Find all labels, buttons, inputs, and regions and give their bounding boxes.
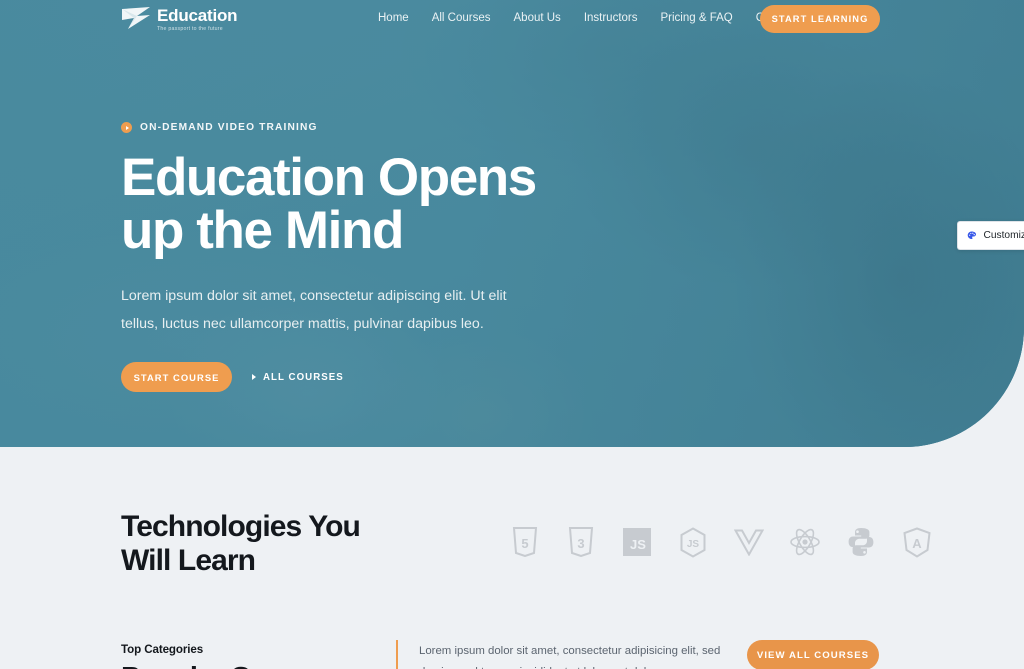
javascript-icon: JS (620, 523, 654, 561)
site-header: Education The passport to the future Hom… (0, 0, 1024, 38)
technologies-heading: Technologies You Will Learn (121, 510, 361, 578)
hero-title: Education Opens up the Mind (121, 151, 641, 257)
caret-right-icon (252, 374, 256, 381)
hero-actions: START COURSE ALL COURSES (121, 362, 641, 393)
svg-text:5: 5 (521, 536, 528, 551)
angular-icon: A (900, 523, 934, 561)
all-courses-link-label: ALL COURSES (263, 371, 344, 383)
view-all-courses-button[interactable]: VIEW ALL COURSES (747, 640, 879, 669)
arrow-flag-logo-icon (122, 7, 150, 29)
brand-logo[interactable]: Education The passport to the future (120, 4, 238, 33)
technologies-section: Technologies You Will Learn 5 3 JS JS A (0, 447, 1024, 622)
nav-item-instructors[interactable]: Instructors (584, 12, 638, 24)
hero-eyebrow: ON-DEMAND VIDEO TRAINING (121, 122, 641, 133)
nav-item-pricing-faq[interactable]: Pricing & FAQ (661, 12, 733, 24)
top-categories-label: Top Categories (121, 643, 204, 656)
brand-tagline: The passport to the future (157, 26, 223, 32)
svg-text:A: A (912, 536, 922, 551)
hero-subtitle: Lorem ipsum dolor sit amet, consectetur … (121, 283, 521, 338)
popular-courses-description: Lorem ipsum dolor sit amet, consectetur … (419, 645, 721, 669)
customizer-tab[interactable]: Customizer (957, 221, 1024, 250)
start-course-button[interactable]: START COURSE (121, 362, 232, 393)
svg-text:JS: JS (630, 537, 646, 552)
hero-eyebrow-text: ON-DEMAND VIDEO TRAINING (140, 122, 318, 133)
all-courses-link[interactable]: ALL COURSES (252, 372, 344, 383)
vuejs-icon (732, 523, 766, 561)
brand-name: Education (157, 6, 238, 25)
technologies-heading-line-1: Technologies You (121, 510, 361, 543)
main-navigation: Home All Courses About Us Instructors Pr… (378, 12, 795, 24)
css3-icon: 3 (564, 523, 598, 561)
nav-item-about-us[interactable]: About Us (514, 12, 561, 24)
hero-title-line-1: Education Opens (121, 148, 537, 207)
technologies-heading-line-2: Will Learn (121, 544, 256, 578)
technology-logo-list: 5 3 JS JS A (508, 523, 934, 561)
react-icon (788, 523, 822, 561)
nodejs-icon: JS (676, 523, 710, 561)
play-circle-icon (121, 122, 132, 133)
nav-item-all-courses[interactable]: All Courses (432, 12, 491, 24)
hero-subtitle-line-2: luctus nec ullamcorper mattis, pulvinar … (162, 315, 484, 332)
svg-text:JS: JS (687, 539, 700, 550)
start-learning-button[interactable]: START LEARNING (760, 5, 880, 33)
python-icon (844, 523, 878, 561)
svg-text:3: 3 (577, 536, 584, 551)
hero-title-line-2: up the Mind (121, 201, 404, 260)
html5-icon: 5 (508, 523, 542, 561)
customizer-label: Customizer (983, 230, 1024, 241)
popular-courses-heading: Popular Courses (121, 662, 340, 669)
palette-icon (967, 231, 977, 240)
nav-item-home[interactable]: Home (378, 12, 409, 24)
section-divider (396, 640, 398, 669)
hero-content: ON-DEMAND VIDEO TRAINING Education Opens… (121, 122, 641, 393)
